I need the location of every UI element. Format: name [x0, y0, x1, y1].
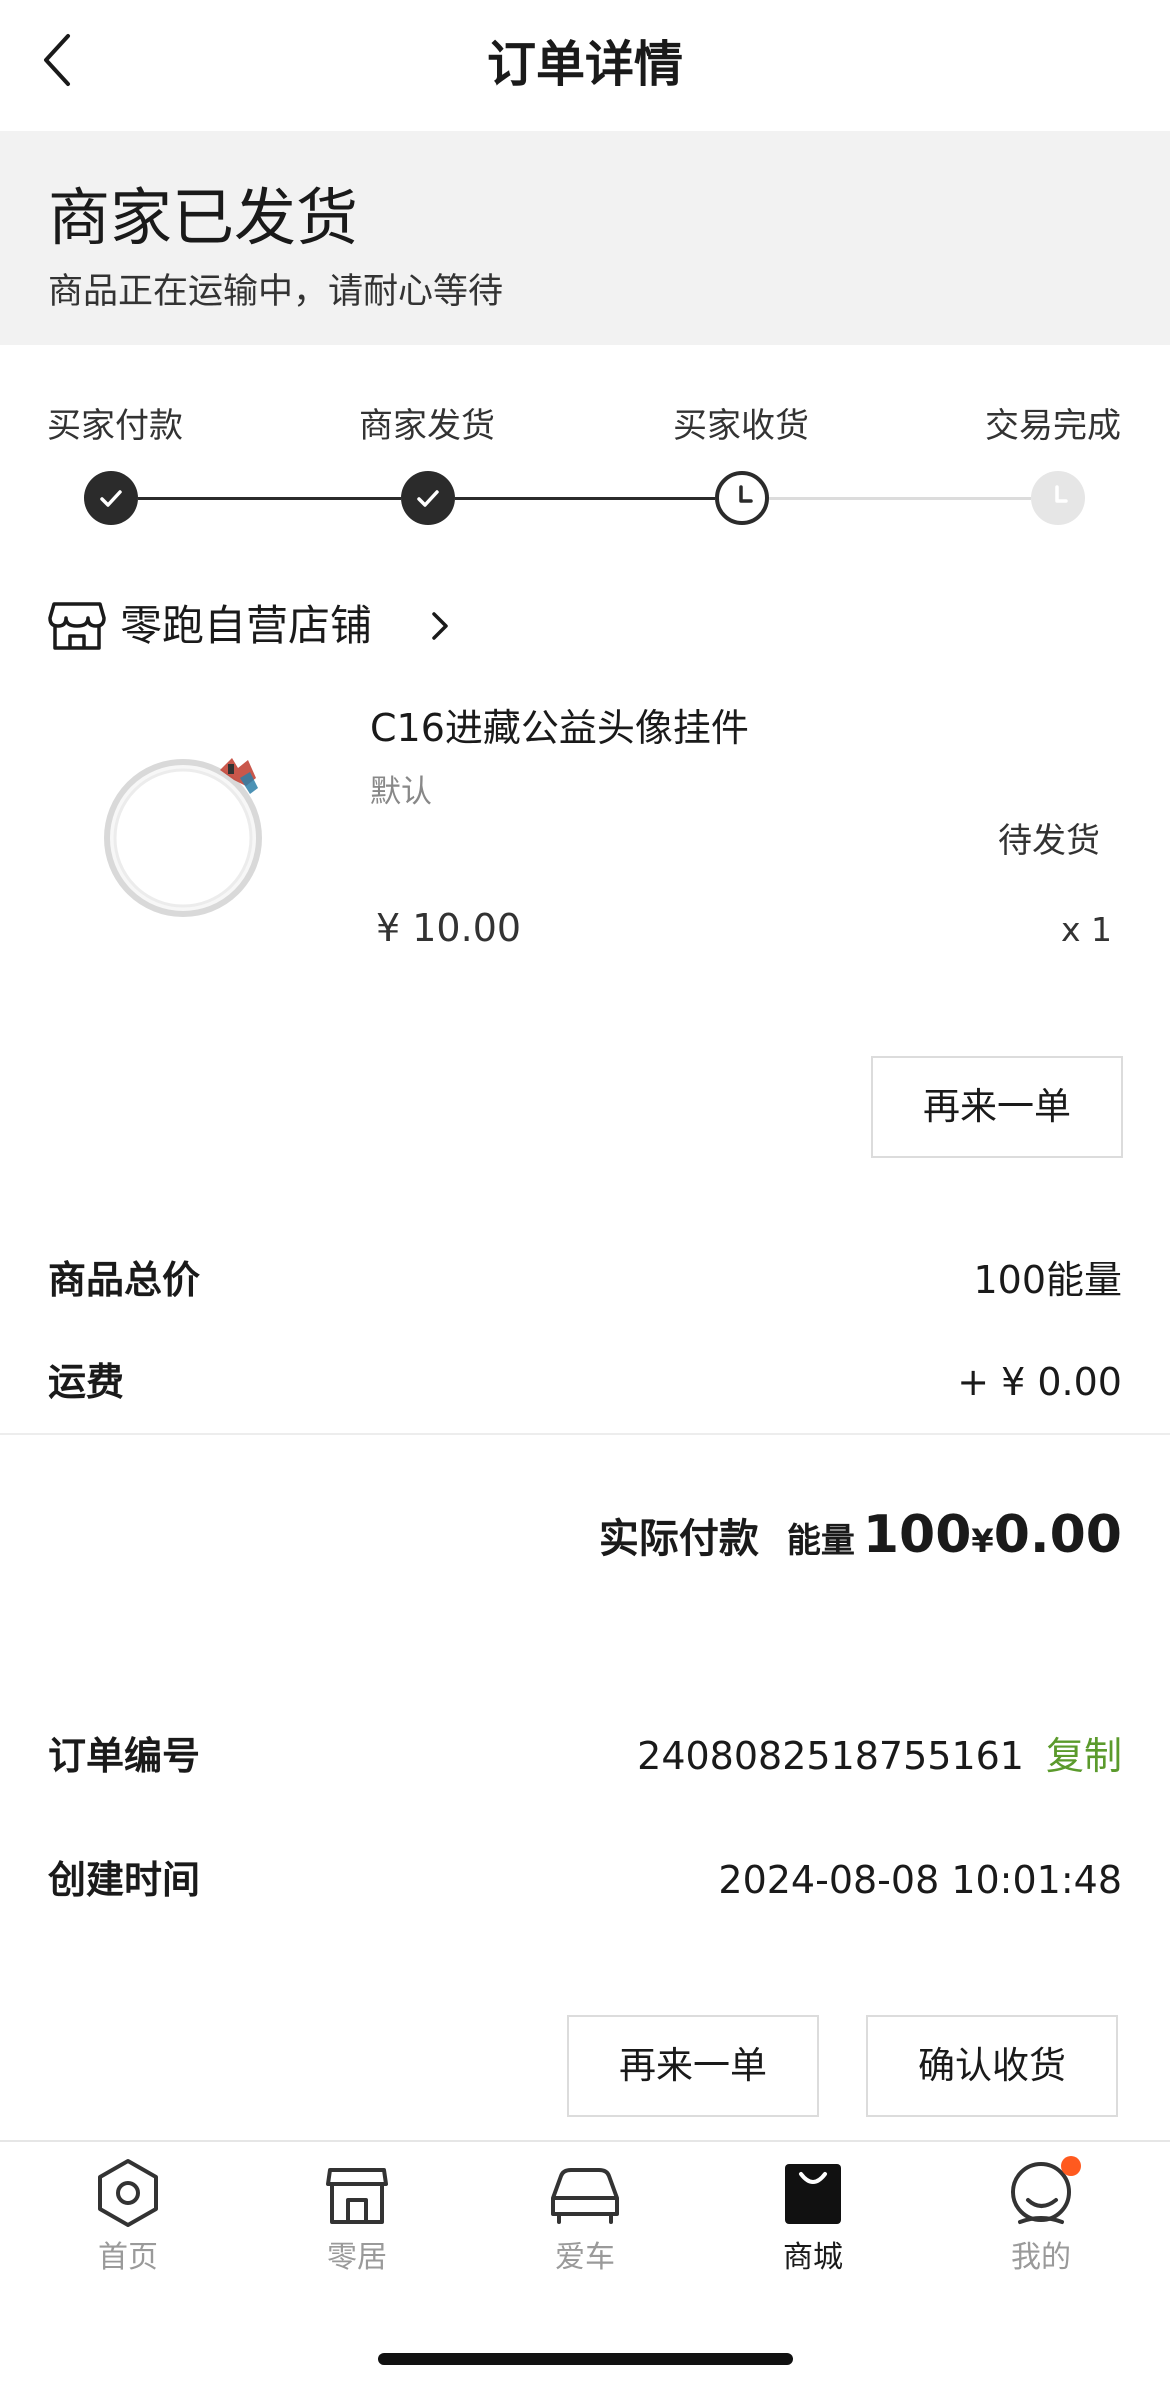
actual-payment: 实际付款 能量 100¥0.00 — [599, 1505, 1122, 1565]
created-time-value: 2024-08-08 10:01:48 — [718, 1858, 1122, 1902]
page-title: 订单详情 — [486, 36, 683, 93]
house-icon — [326, 2168, 388, 2224]
divider — [0, 1433, 1170, 1435]
order-number-value: 2408082518755161 — [637, 1734, 1024, 1778]
order-number-label: 订单编号 — [48, 1734, 201, 1778]
clock-icon — [715, 471, 769, 525]
car-icon — [551, 2168, 619, 2224]
product-quantity: x 1 — [1060, 910, 1112, 949]
tab-linju[interactable]: 零居 — [257, 2156, 457, 2306]
clock-icon — [1031, 471, 1085, 525]
progress-line-done — [138, 497, 401, 500]
product-name[interactable]: C16进藏公益头像挂件 — [370, 700, 749, 756]
tab-label-profile: 我的 — [1011, 2240, 1071, 2275]
product-image[interactable] — [100, 750, 270, 920]
step-label-shipped: 商家发货 — [359, 406, 495, 446]
order-number: 2408082518755161 复制 — [637, 1728, 1122, 1784]
tab-mall[interactable]: 商城 — [713, 2156, 913, 2306]
step-label-completed: 交易完成 — [985, 406, 1121, 446]
tab-label-home: 首页 — [98, 2240, 158, 2275]
storefront-icon[interactable] — [48, 600, 106, 652]
currency-symbol: ¥ — [971, 1522, 994, 1560]
hexagon-home-icon — [98, 2159, 158, 2227]
home-indicator — [378, 2353, 793, 2365]
payment-amount: 0.00 — [993, 1505, 1122, 1565]
notification-badge — [1061, 2156, 1081, 2176]
product-variant: 默认 — [370, 774, 432, 810]
goods-total-label: 商品总价 — [48, 1258, 201, 1302]
tab-car[interactable]: 爱车 — [485, 2156, 685, 2306]
goods-total-value: 100能量 — [973, 1258, 1122, 1302]
tab-label-linju: 零居 — [327, 2240, 387, 2275]
shopping-bag-icon — [785, 2164, 841, 2224]
confirm-receipt-button[interactable]: 确认收货 — [866, 2015, 1118, 2117]
store-name[interactable]: 零跑自营店铺 — [120, 596, 372, 656]
chevron-right-icon[interactable] — [428, 608, 452, 644]
product-status: 待发货 — [998, 821, 1100, 861]
reorder-item-button[interactable]: 再来一单 — [871, 1056, 1123, 1158]
shipping-fee-label: 运费 — [48, 1360, 125, 1404]
tab-profile[interactable]: 我的 — [941, 2156, 1141, 2306]
step-label-paid: 买家付款 — [47, 406, 183, 446]
energy-amount: 100 — [862, 1505, 972, 1565]
tab-home[interactable]: 首页 — [28, 2156, 228, 2306]
reorder-button[interactable]: 再来一单 — [567, 2015, 819, 2117]
tab-label-mall: 商城 — [783, 2240, 843, 2275]
product-price: ¥ 10.00 — [376, 906, 522, 950]
check-icon — [84, 471, 138, 525]
check-icon — [401, 471, 455, 525]
created-time-label: 创建时间 — [48, 1858, 201, 1902]
progress-line-done — [455, 497, 715, 500]
copy-button[interactable]: 复制 — [1046, 1734, 1122, 1778]
actual-payment-label: 实际付款 — [598, 1516, 759, 1562]
progress-line-pending — [769, 497, 1031, 500]
order-status-title: 商家已发货 — [48, 181, 359, 254]
order-status-subtitle: 商品正在运输中，请耐心等待 — [48, 272, 504, 312]
energy-label: 能量 — [786, 1521, 855, 1561]
tab-label-car: 爱车 — [555, 2240, 615, 2275]
shipping-fee-value: + ¥ 0.00 — [957, 1360, 1122, 1404]
step-label-received: 买家收货 — [673, 406, 809, 446]
